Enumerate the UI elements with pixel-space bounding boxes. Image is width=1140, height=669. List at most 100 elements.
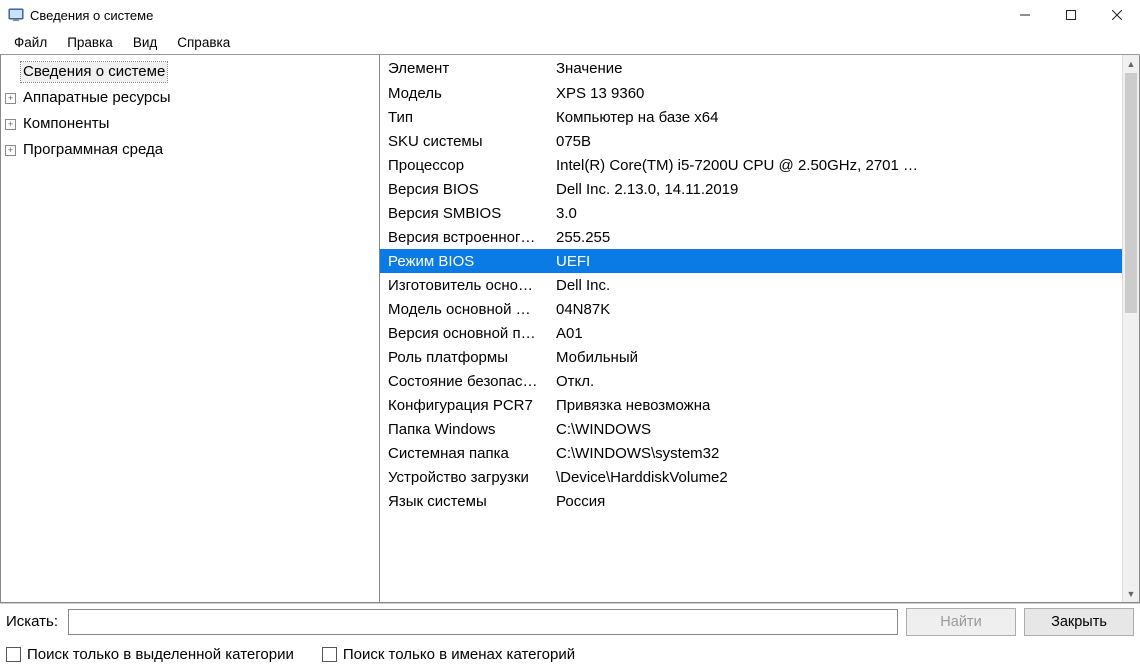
cell-value: Intel(R) Core(TM) i5-7200U CPU @ 2.50GHz… xyxy=(548,153,1122,177)
cell-name: Состояние безопас… xyxy=(380,369,548,393)
cell-name: Версия основной п… xyxy=(380,321,548,345)
cell-value: Привязка невозможна xyxy=(548,393,1122,417)
table-row[interactable]: Версия BIOSDell Inc. 2.13.0, 14.11.2019 xyxy=(380,177,1122,201)
cell-name: Язык системы xyxy=(380,489,548,513)
cell-value: 3.0 xyxy=(548,201,1122,225)
menu-help[interactable]: Справка xyxy=(167,33,240,52)
property-table: Элемент Значение МодельXPS 13 9360ТипКом… xyxy=(380,55,1122,513)
vertical-scrollbar[interactable]: ▲ ▼ xyxy=(1122,55,1139,602)
tree-item-label: Программная среда xyxy=(21,140,165,160)
scroll-up-icon[interactable]: ▲ xyxy=(1123,55,1139,72)
cell-value: \Device\HarddiskVolume2 xyxy=(548,465,1122,489)
checkbox-icon xyxy=(322,647,337,662)
maximize-button[interactable] xyxy=(1048,0,1094,30)
table-row[interactable]: Версия основной п…A01 xyxy=(380,321,1122,345)
main-split: Сведения о системе + Аппаратные ресурсы + Ко… xyxy=(0,54,1140,603)
expand-icon[interactable]: + xyxy=(5,93,16,104)
cell-value: 255.255 xyxy=(548,225,1122,249)
table-row[interactable]: Роль платформыМобильный xyxy=(380,345,1122,369)
table-row[interactable]: Модель основной …04N87K xyxy=(380,297,1122,321)
table-row[interactable]: Папка WindowsC:\WINDOWS xyxy=(380,417,1122,441)
menu-file[interactable]: Файл xyxy=(4,33,57,52)
cell-name: Процессор xyxy=(380,153,548,177)
close-button[interactable] xyxy=(1094,0,1140,30)
search-input[interactable] xyxy=(68,609,898,635)
table-row[interactable]: Устройство загрузки\Device\HarddiskVolum… xyxy=(380,465,1122,489)
expand-icon[interactable]: + xyxy=(5,145,16,156)
col-header-name[interactable]: Элемент xyxy=(380,55,548,81)
cell-name: Роль платформы xyxy=(380,345,548,369)
table-row[interactable]: Версия встроенног…255.255 xyxy=(380,225,1122,249)
cell-name: SKU системы xyxy=(380,129,548,153)
cell-value: 04N87K xyxy=(548,297,1122,321)
table-row[interactable]: SKU системы075B xyxy=(380,129,1122,153)
cell-value: C:\WINDOWS\system32 xyxy=(548,441,1122,465)
table-row[interactable]: Конфигурация PCR7Привязка невозможна xyxy=(380,393,1122,417)
table-row[interactable]: Изготовитель осно…Dell Inc. xyxy=(380,273,1122,297)
list-scroll: Элемент Значение МодельXPS 13 9360ТипКом… xyxy=(380,55,1122,602)
close-search-button[interactable]: Закрыть xyxy=(1024,608,1134,636)
cell-value: Dell Inc. xyxy=(548,273,1122,297)
table-row[interactable]: ТипКомпьютер на базе x64 xyxy=(380,105,1122,129)
cell-value: 075B xyxy=(548,129,1122,153)
cell-value: A01 xyxy=(548,321,1122,345)
cell-value: UEFI xyxy=(548,249,1122,273)
tree-item-label: Компоненты xyxy=(21,114,111,134)
menu-edit[interactable]: Правка xyxy=(57,33,123,52)
tree-item[interactable]: + Аппаратные ресурсы xyxy=(1,85,379,111)
col-header-value[interactable]: Значение xyxy=(548,55,1122,81)
table-row[interactable]: Состояние безопас…Откл. xyxy=(380,369,1122,393)
cell-name: Модель xyxy=(380,81,548,105)
search-label: Искать: xyxy=(6,613,60,630)
list-pane: Элемент Значение МодельXPS 13 9360ТипКом… xyxy=(380,55,1140,603)
cell-value: Откл. xyxy=(548,369,1122,393)
cell-name: Устройство загрузки xyxy=(380,465,548,489)
table-row[interactable]: ПроцессорIntel(R) Core(TM) i5-7200U CPU … xyxy=(380,153,1122,177)
cell-name: Изготовитель осно… xyxy=(380,273,548,297)
cell-name: Системная папка xyxy=(380,441,548,465)
tree-root: Сведения о системе + Аппаратные ресурсы + Ко… xyxy=(1,55,379,167)
cell-value: Компьютер на базе x64 xyxy=(548,105,1122,129)
check-only-names-label: Поиск только в именах категорий xyxy=(343,646,575,663)
search-options: Поиск только в выделенной категории Поис… xyxy=(0,639,1140,669)
tree-item[interactable]: + Программная среда xyxy=(1,137,379,163)
cell-value: C:\WINDOWS xyxy=(548,417,1122,441)
window-controls xyxy=(1002,0,1140,30)
cell-name: Модель основной … xyxy=(380,297,548,321)
cell-value: Россия xyxy=(548,489,1122,513)
titlebar: Сведения о системе xyxy=(0,0,1140,30)
cell-name: Версия BIOS xyxy=(380,177,548,201)
tree-item[interactable]: Сведения о системе xyxy=(1,59,379,85)
app-icon xyxy=(8,7,24,23)
minimize-button[interactable] xyxy=(1002,0,1048,30)
tree-item[interactable]: + Компоненты xyxy=(1,111,379,137)
table-row[interactable]: МодельXPS 13 9360 xyxy=(380,81,1122,105)
check-only-category[interactable]: Поиск только в выделенной категории xyxy=(6,646,294,663)
checkbox-icon xyxy=(6,647,21,662)
cell-name: Версия встроенног… xyxy=(380,225,548,249)
menubar: Файл Правка Вид Справка xyxy=(0,30,1140,54)
menu-view[interactable]: Вид xyxy=(123,33,167,52)
table-row[interactable]: Системная папкаC:\WINDOWS\system32 xyxy=(380,441,1122,465)
find-button[interactable]: Найти xyxy=(906,608,1016,636)
scroll-thumb[interactable] xyxy=(1125,73,1137,313)
cell-name: Режим BIOS xyxy=(380,249,548,273)
tree-item-label: Аппаратные ресурсы xyxy=(21,88,173,108)
window-title: Сведения о системе xyxy=(30,8,1002,23)
scroll-down-icon[interactable]: ▼ xyxy=(1123,585,1139,602)
cell-value: Dell Inc. 2.13.0, 14.11.2019 xyxy=(548,177,1122,201)
cell-value: XPS 13 9360 xyxy=(548,81,1122,105)
tree-item-label: Сведения о системе xyxy=(21,62,167,82)
search-strip: Искать: Найти Закрыть xyxy=(0,603,1140,639)
cell-name: Версия SMBIOS xyxy=(380,201,548,225)
cell-name: Конфигурация PCR7 xyxy=(380,393,548,417)
expand-icon[interactable]: + xyxy=(5,119,16,130)
cell-name: Тип xyxy=(380,105,548,129)
table-row[interactable]: Язык системыРоссия xyxy=(380,489,1122,513)
check-only-names[interactable]: Поиск только в именах категорий xyxy=(322,646,575,663)
cell-name: Папка Windows xyxy=(380,417,548,441)
cell-value: Мобильный xyxy=(548,345,1122,369)
check-only-category-label: Поиск только в выделенной категории xyxy=(27,646,294,663)
table-row[interactable]: Версия SMBIOS3.0 xyxy=(380,201,1122,225)
table-row[interactable]: Режим BIOSUEFI xyxy=(380,249,1122,273)
